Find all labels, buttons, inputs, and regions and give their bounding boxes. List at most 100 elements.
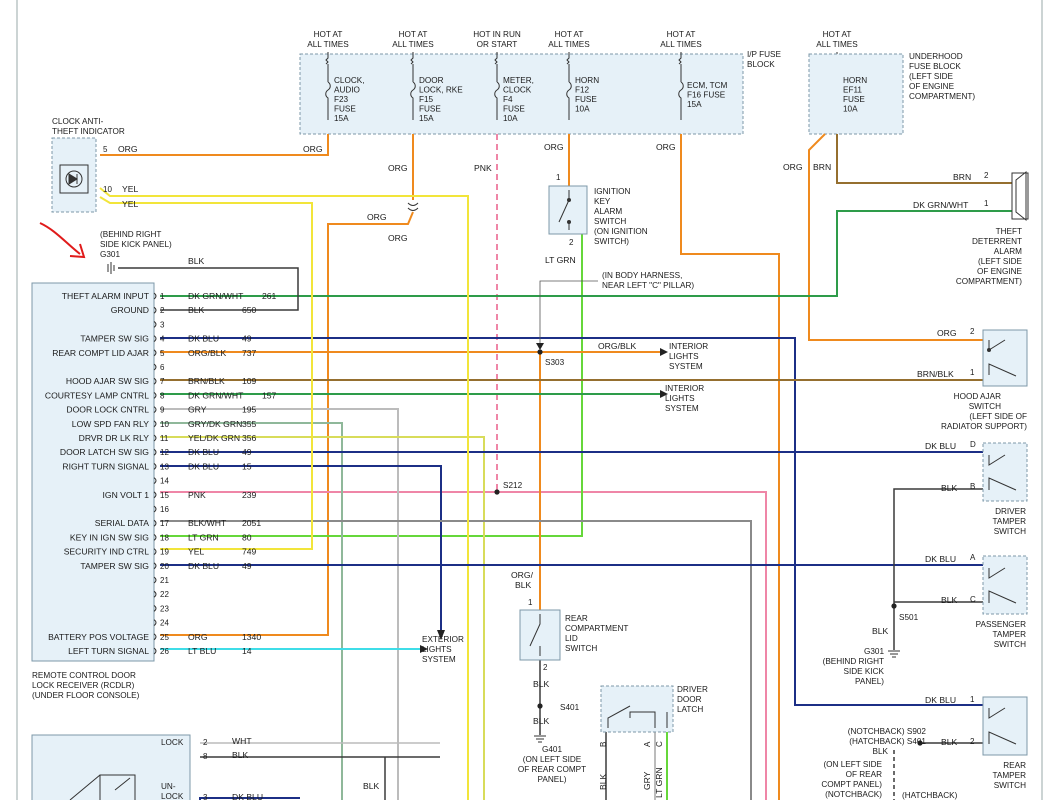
svg-text:S212: S212	[503, 481, 523, 490]
ign-pin-1: 1	[556, 173, 561, 182]
svg-text:ORG/BLK: ORG/BLK	[511, 570, 534, 590]
rcdlr-pin-row: DRVR DR LK RLY 11 YEL/DK GRN 356	[79, 433, 257, 443]
svg-text:PNK: PNK	[474, 163, 492, 173]
rcdlr-pin-number: 17	[160, 519, 169, 528]
rcdlr-circuit-number: 650	[242, 305, 257, 315]
rcdlr-circuit-number: 80	[242, 532, 252, 542]
rear-lid-label: REAR COMPARTMENT LID SWITCH	[565, 614, 628, 653]
rcdlr-pin-number: 3	[160, 320, 165, 329]
alarm-p1: 1	[984, 199, 989, 208]
ground-icon-g401	[534, 735, 546, 743]
diagram-svg: I/P FUSE BLOCK HOT AT ALL TIMES HOT AT ALL …	[16, 0, 1043, 800]
ignition-switch-box	[548, 185, 588, 235]
arrowheads	[420, 343, 668, 653]
lock-w8: BLK	[232, 750, 249, 760]
fuse-headers: HOT AT ALL TIMES HOT AT ALL TIMES HOT IN R…	[307, 30, 702, 49]
rcdlr-wire-color: LT GRN	[188, 532, 219, 542]
pin-5: 5	[103, 145, 108, 154]
rcdlr-pin-number: 26	[160, 647, 169, 656]
hood-switch-box	[982, 329, 1028, 387]
rt-w1: DK BLU	[925, 695, 956, 705]
alarm-w2: BRN	[953, 172, 971, 182]
svg-text:ORG: ORG	[544, 142, 564, 152]
rcdlr-circuit-number: 49	[242, 334, 252, 344]
rcdlr-pin-row: 22	[153, 590, 169, 599]
rcdlr-wire-color: DK GRN/WHT	[188, 390, 244, 400]
svg-text:LT GRN: LT GRN	[545, 255, 576, 265]
s501-blk: BLK	[872, 626, 889, 636]
door-latch-label: DRIVER DOOR LATCH	[677, 685, 708, 714]
rl-blk1: BLK	[533, 679, 550, 689]
rcdlr-pin-function: IGN VOLT 1	[103, 490, 150, 500]
hood-w2: ORG	[937, 328, 957, 338]
rcdlr-wire-color: GRY	[188, 405, 207, 415]
rcdlr-wire-color: BLK	[188, 305, 205, 315]
rcdlr-circuit-number: 356	[242, 433, 257, 443]
rt-w2: BLK	[941, 737, 958, 747]
svg-text:HOT IN RUNOR START: HOT IN RUN OR START	[473, 30, 521, 49]
rcdlr-pin-function: TAMPER SW SIG	[80, 334, 149, 344]
svg-text:HOT ATALL TIMES: HOT AT ALL TIMES	[660, 30, 702, 49]
lock-p3: 3	[203, 793, 208, 800]
rcdlr-circuit-number: 157	[262, 390, 277, 400]
hood-w1: BRN/BLK	[917, 369, 954, 379]
rl-p1: 1	[528, 598, 533, 607]
rcdlr-pin-row: 6	[153, 363, 165, 372]
rcdlr-pin-function: DOOR LOCK CNTRL	[66, 405, 149, 415]
hood-p2: 2	[970, 327, 975, 336]
interior-lights-1: INTERIOR LIGHTS SYSTEM	[669, 342, 708, 371]
svg-text:B: B	[599, 742, 608, 747]
ip-fuse-label: I/P FUSE BLOCK	[747, 50, 782, 69]
rear-tamper-splice: (NOTCHBACK) S902 (HATCHBACK) S401 BLK	[848, 727, 927, 756]
underhood-header: HOT AT ALL TIMES	[816, 30, 858, 49]
rcdlr-pin-number: 16	[160, 505, 169, 514]
svg-text:GRY: GRY	[642, 771, 652, 790]
rcdlr-pin-row: KEY IN IGN SW SIG 18 LT GRN 80	[70, 532, 252, 542]
wire-blk-driver-tamper	[893, 488, 983, 606]
rear-tamper-label: REAR TAMPER SWITCH	[992, 761, 1026, 790]
pt-wA: DK BLU	[925, 554, 956, 564]
lock-blk: BLK	[363, 781, 380, 791]
hood-p1: 1	[970, 368, 975, 377]
rcdlr-pin-number: 7	[160, 377, 165, 386]
pass-tamper-box	[982, 555, 1028, 615]
lock-w3: DK BLU	[232, 792, 263, 800]
rcdlr-pin-function: LEFT TURN SIGNAL	[68, 646, 149, 656]
rcdlr-pin-number: 10	[160, 420, 169, 429]
rcdlr-pin-number: 23	[160, 604, 169, 613]
door-latch-pins: B A C	[599, 741, 664, 747]
rcdlr-wire-color: BRN/BLK	[188, 376, 225, 386]
rcdlr-wire-color: DK BLU	[188, 561, 219, 571]
rcdlr-circuit-number: 109	[242, 376, 257, 386]
rl-p2: 2	[543, 663, 548, 672]
rcdlr-pin-function: DRVR DR LK RLY	[79, 433, 150, 443]
rcdlr-wire-color: DK BLU	[188, 461, 219, 471]
rcdlr-pin-function: DOOR LATCH SW SIG	[60, 447, 149, 457]
svg-text:LT GRN: LT GRN	[654, 767, 664, 798]
rcdlr-circuit-number: 2051	[242, 518, 261, 528]
rcdlr-wire-color: PNK	[188, 490, 206, 500]
svg-text:BRN: BRN	[813, 162, 831, 172]
alarm-label: THEFT DETERRENT ALARM (LEFT SIDE OF ENGINE CO…	[956, 227, 1023, 286]
pin-10: 10	[103, 185, 112, 194]
rcdlr-wire-color: BLK/WHT	[188, 518, 227, 528]
wire-label-yel: YEL	[122, 184, 138, 194]
rcdlr-pin-number: 20	[160, 562, 169, 571]
rcdlr-pin-row: SERIAL DATA 17 BLK/WHT 2051	[95, 518, 262, 528]
dt-wB: BLK	[941, 483, 958, 493]
pt-pA: A	[970, 553, 976, 562]
rl-s401: S401	[560, 703, 580, 712]
rcdlr-circuit-number: 261	[262, 291, 277, 301]
driver-tamper-box	[982, 442, 1028, 502]
svg-text:HOT ATALL TIMES: HOT AT ALL TIMES	[307, 30, 349, 49]
rcdlr-pin-row: 16	[153, 505, 169, 514]
rcdlr-circuit-number: 14	[242, 646, 252, 656]
svg-text:ORG: ORG	[388, 163, 408, 173]
rcdlr-wire-color: DK BLU	[188, 447, 219, 457]
wire-org-hood	[808, 133, 983, 341]
rcdlr-circuit-number: 1340	[242, 632, 261, 642]
pass-tamper-label: PASSENGER TAMPER SWITCH	[976, 620, 1026, 649]
rcdlr-circuit-number: 749	[242, 547, 257, 557]
rt-p2: 2	[970, 737, 975, 746]
s501-label: S501	[899, 613, 919, 622]
